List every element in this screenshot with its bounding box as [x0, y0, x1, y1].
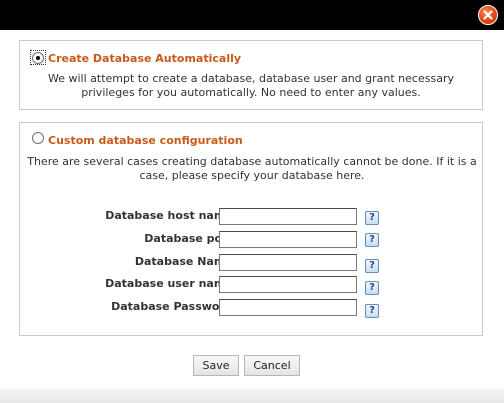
custom-database-description: There are several cases creating databas… [27, 155, 477, 182]
save-button[interactable]: Save [193, 355, 239, 376]
auto-database-label[interactable]: Create Database Automatically [48, 52, 241, 65]
auto-database-description: We will attempt to create a database, da… [48, 72, 454, 99]
db-port-input[interactable] [219, 231, 357, 248]
db-host-help-icon[interactable]: ? [365, 211, 379, 225]
db-user-help-icon[interactable]: ? [365, 281, 379, 295]
auto-database-panel: Create Database Automatically We will at… [19, 40, 483, 110]
db-host-input[interactable] [219, 208, 357, 225]
db-port-help-icon[interactable]: ? [365, 233, 379, 247]
custom-database-panel: Custom database configuration There are … [19, 122, 483, 336]
db-name-help-icon[interactable]: ? [365, 259, 379, 273]
db-password-help-icon[interactable]: ? [365, 304, 379, 318]
custom-database-label[interactable]: Custom database configuration [48, 134, 243, 147]
dialog-bottom-strip [0, 388, 504, 403]
custom-database-radio[interactable] [32, 132, 44, 144]
db-password-input[interactable] [219, 299, 357, 316]
cancel-button[interactable]: Cancel [244, 355, 300, 376]
auto-database-radio[interactable] [32, 52, 44, 64]
dialog-titlebar [0, 0, 504, 30]
db-user-input[interactable] [219, 276, 357, 293]
db-name-input[interactable] [219, 254, 357, 271]
close-icon[interactable] [478, 5, 498, 25]
